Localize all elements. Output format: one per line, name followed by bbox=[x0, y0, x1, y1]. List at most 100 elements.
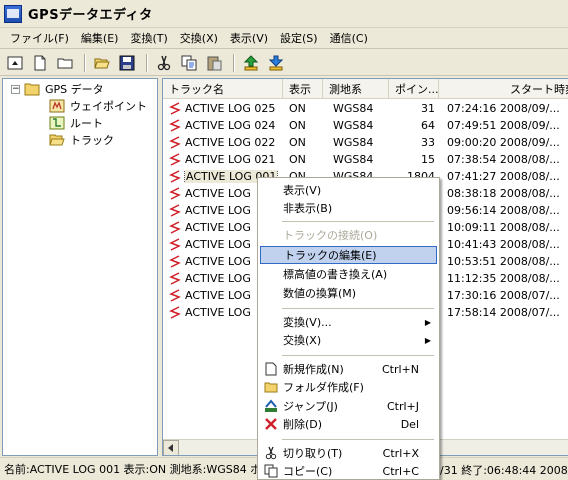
track-icon bbox=[169, 187, 181, 200]
ctx-show[interactable]: 表示(V) bbox=[260, 181, 437, 199]
ctx-jump[interactable]: ジャンプ(J) Ctrl+J bbox=[260, 397, 437, 415]
toolbar-separator bbox=[146, 53, 148, 72]
menu-convert[interactable]: 変換(T) bbox=[124, 28, 173, 48]
scroll-left-button[interactable] bbox=[163, 440, 179, 455]
up-level-button[interactable] bbox=[4, 52, 26, 74]
table-row[interactable]: ACTIVE LOG 025 ON WGS84 31 07:24:16 2008/09/… bbox=[163, 100, 568, 117]
download-button[interactable] bbox=[265, 52, 287, 74]
save-button[interactable] bbox=[116, 52, 138, 74]
tree-item-waypoints[interactable]: ウェイポイント bbox=[49, 98, 147, 114]
ctx-delete[interactable]: 削除(D) Del bbox=[260, 415, 437, 433]
tree-item-label: トラック bbox=[70, 134, 114, 147]
ctx-hide[interactable]: 非表示(B) bbox=[260, 199, 437, 217]
ctx-label: 表示(V) bbox=[283, 184, 322, 197]
ctx-copy[interactable]: コピー(C) Ctrl+C bbox=[260, 462, 437, 480]
menu-separator bbox=[282, 439, 434, 440]
ctx-label: トラックの接続(O) bbox=[283, 229, 378, 242]
toolbar-separator bbox=[233, 53, 235, 72]
collapse-expander[interactable]: − bbox=[11, 84, 20, 94]
tree-root-label: GPS データ bbox=[45, 83, 104, 96]
title-bar[interactable]: GPSデータエディタ bbox=[0, 0, 568, 28]
folder-icon bbox=[24, 83, 40, 96]
start-time-cell: 07:49:51 2008/09/... bbox=[447, 119, 560, 132]
tree-item-tracks[interactable]: トラック bbox=[49, 132, 114, 148]
track-icon bbox=[169, 102, 181, 115]
show-cell: ON bbox=[289, 119, 306, 132]
tree-root[interactable]: − GPS データ bbox=[11, 81, 104, 97]
column-header-datum[interactable]: 測地系 bbox=[323, 79, 389, 99]
track-icon bbox=[169, 306, 181, 319]
context-menu: 表示(V) 非表示(B) トラックの接続(O) トラックの編集(E) 標高値の書… bbox=[257, 177, 440, 480]
track-name-cell: ACTIVE LOG 024 bbox=[163, 119, 283, 132]
menu-edit[interactable]: 編集(E) bbox=[75, 28, 125, 48]
open-button[interactable] bbox=[91, 52, 113, 74]
ctx-cut[interactable]: 切り取り(T) Ctrl+X bbox=[260, 444, 437, 462]
start-time-cell: 11:12:35 2008/08/... bbox=[447, 272, 560, 285]
menu-exchange[interactable]: 交換(X) bbox=[174, 28, 224, 48]
upload-button[interactable] bbox=[240, 52, 262, 74]
track-name: ACTIVE LOG 022 bbox=[185, 136, 276, 149]
new-file-icon bbox=[265, 362, 277, 376]
column-header-start[interactable]: スタート時刻 bbox=[439, 79, 568, 99]
ctx-exchange-submenu[interactable]: 交換(X) ▶ bbox=[260, 331, 437, 349]
submenu-arrow-icon: ▶ bbox=[424, 335, 431, 345]
track-name: ACTIVE LOG bbox=[185, 306, 251, 319]
waypoint-icon bbox=[49, 99, 65, 113]
column-header-points[interactable]: ポイン... bbox=[389, 79, 439, 99]
column-header-name[interactable]: トラック名 bbox=[163, 79, 283, 99]
menu-separator bbox=[282, 355, 434, 356]
track-name: ACTIVE LOG bbox=[185, 255, 251, 268]
track-icon bbox=[169, 255, 181, 268]
column-header-show[interactable]: 表示 bbox=[283, 79, 323, 99]
table-row[interactable]: ACTIVE LOG 022 ON WGS84 33 09:00:20 2008/09/… bbox=[163, 134, 568, 151]
track-name: ACTIVE LOG bbox=[185, 221, 251, 234]
start-time-cell: 09:56:14 2008/08/... bbox=[447, 204, 560, 217]
cut-button[interactable] bbox=[153, 52, 175, 74]
copy-button[interactable] bbox=[178, 52, 200, 74]
open-folder-icon bbox=[49, 134, 65, 146]
ctx-new-folder[interactable]: フォルダ作成(F) bbox=[260, 378, 437, 396]
status-right-text: /31 終了:06:48:44 2008/09/ bbox=[440, 463, 568, 477]
open-folder-icon bbox=[94, 58, 110, 68]
track-icon bbox=[169, 221, 181, 234]
ctx-transform-submenu[interactable]: 変換(V)... ▶ bbox=[260, 313, 437, 331]
track-name: ACTIVE LOG bbox=[185, 187, 251, 200]
ctx-new[interactable]: 新規作成(N) Ctrl+N bbox=[260, 360, 437, 378]
new-folder-button[interactable] bbox=[54, 52, 76, 74]
track-name-cell: ACTIVE LOG 025 bbox=[163, 102, 283, 115]
ctx-convert-values[interactable]: 数値の換算(M) bbox=[260, 284, 437, 302]
menu-separator bbox=[282, 221, 434, 222]
table-row[interactable]: ACTIVE LOG 024 ON WGS84 64 07:49:51 2008/09/… bbox=[163, 117, 568, 134]
tree-item-routes[interactable]: ルート bbox=[49, 115, 103, 131]
ctx-label: フォルダ作成(F) bbox=[283, 381, 364, 394]
ctx-label: トラックの編集(E) bbox=[284, 249, 377, 262]
paste-button[interactable] bbox=[203, 52, 225, 74]
start-time-cell: 08:38:18 2008/08/... bbox=[447, 187, 560, 200]
menu-bar: ファイル(F) 編集(E) 変換(T) 交換(X) 表示(V) 設定(S) 通信… bbox=[0, 28, 568, 49]
menu-view[interactable]: 表示(V) bbox=[224, 28, 274, 48]
ctx-shortcut: Ctrl+C bbox=[382, 464, 419, 478]
ctx-label: 切り取り(T) bbox=[283, 447, 343, 460]
menu-file[interactable]: ファイル(F) bbox=[4, 28, 75, 48]
tree-pane[interactable]: − GPS データ ウェイポイント ルート トラック bbox=[2, 78, 158, 456]
track-name: ACTIVE LOG 025 bbox=[185, 102, 276, 115]
points-cell: 15 bbox=[421, 153, 435, 166]
ctx-label: コピー(C) bbox=[283, 465, 333, 478]
ctx-edit-track[interactable]: トラックの編集(E) bbox=[260, 246, 437, 264]
table-row[interactable]: ACTIVE LOG 021 ON WGS84 15 07:38:54 2008/08/… bbox=[163, 151, 568, 168]
list-header: トラック名 表示 測地系 ポイン... スタート時刻 bbox=[163, 79, 568, 99]
menu-settings[interactable]: 設定(S) bbox=[274, 28, 324, 48]
download-icon bbox=[268, 55, 284, 70]
new-file-button[interactable] bbox=[29, 52, 51, 74]
start-time-cell: 10:41:43 2008/08/... bbox=[447, 238, 560, 251]
new-file-icon bbox=[34, 55, 46, 70]
app-icon bbox=[4, 4, 22, 23]
ctx-label: 削除(D) bbox=[283, 418, 323, 431]
new-folder-icon bbox=[264, 382, 278, 393]
menu-communication[interactable]: 通信(C) bbox=[324, 28, 374, 48]
start-time-cell: 07:41:27 2008/08/... bbox=[447, 170, 560, 183]
points-cell: 64 bbox=[421, 119, 435, 132]
ctx-label: 変換(V)... bbox=[283, 316, 332, 329]
ctx-rewrite-elevation[interactable]: 標高値の書き換え(A) bbox=[260, 265, 437, 283]
upload-icon bbox=[243, 54, 259, 70]
